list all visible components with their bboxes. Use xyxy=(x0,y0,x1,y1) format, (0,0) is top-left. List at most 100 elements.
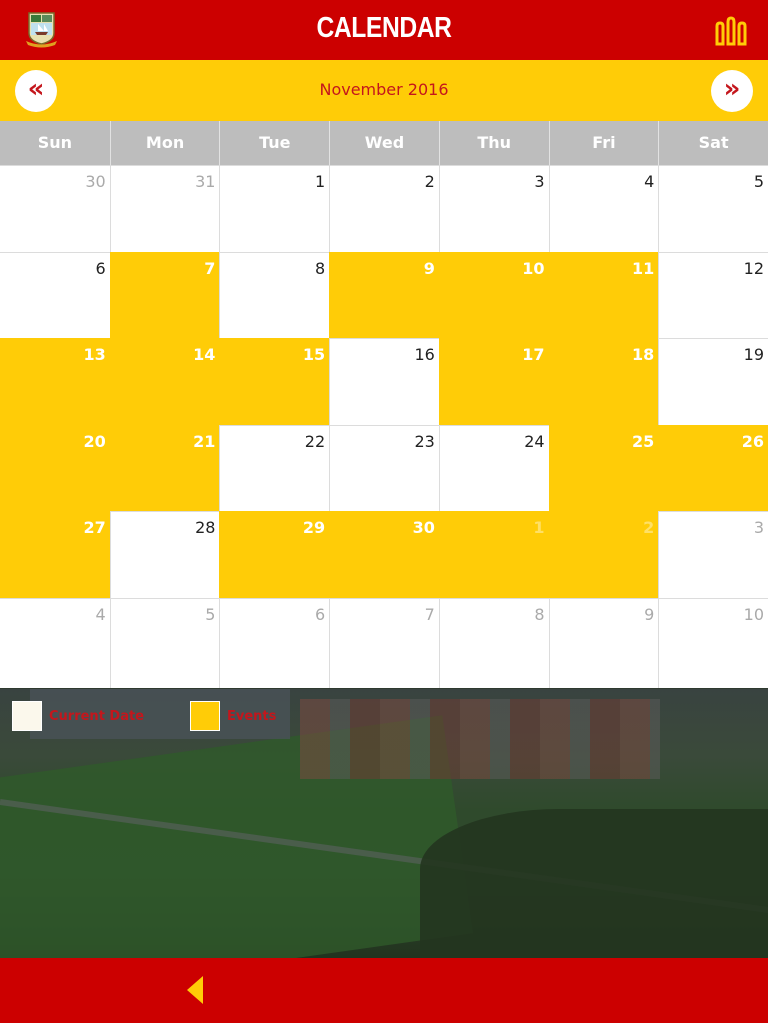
day-number: 7 xyxy=(424,604,435,624)
day-number: 23 xyxy=(414,431,435,451)
calendar-day[interactable]: 16 xyxy=(329,338,439,425)
calendar-day-event[interactable]: 2 xyxy=(548,511,659,598)
legend-current-date: Current Date xyxy=(12,701,144,731)
building-columns-icon[interactable] xyxy=(714,16,748,46)
day-number: 21 xyxy=(193,431,216,451)
calendar-day[interactable]: 10 xyxy=(658,597,768,688)
calendar-day-event[interactable]: 15 xyxy=(219,338,330,425)
weekday-wed: Wed xyxy=(329,121,439,165)
current-date-label: Current Date xyxy=(49,708,145,724)
day-number: 16 xyxy=(414,345,435,364)
day-number: 17 xyxy=(522,345,545,364)
day-number: 3 xyxy=(534,172,545,191)
calendar-day-event[interactable]: 18 xyxy=(548,338,659,425)
calendar-day-event[interactable]: 20 xyxy=(0,424,110,511)
month-navigation: « November 2016 » xyxy=(0,60,768,121)
weekday-tue: Tue xyxy=(219,121,329,165)
day-number: 4 xyxy=(95,604,106,624)
calendar-day[interactable]: 30 xyxy=(0,165,110,252)
weekday-thu: Thu xyxy=(438,121,549,165)
weekday-fri: Fri xyxy=(548,121,659,165)
events-label: Events xyxy=(227,708,277,724)
calendar-days: 30 31 1 2 3 4 5 6 7 8 9 10 11 12 13 14 15 16 17 18 19 20 21 22 2… xyxy=(0,165,768,688)
school-crest-logo xyxy=(26,12,57,48)
calendar-day-event[interactable]: 9 xyxy=(329,251,439,338)
day-number: 6 xyxy=(314,604,326,624)
calendar-day-event[interactable]: 30 xyxy=(329,511,439,598)
day-number: 18 xyxy=(632,345,655,364)
day-number: 19 xyxy=(743,345,764,364)
calendar-day-event[interactable]: 14 xyxy=(109,338,220,425)
day-number: 30 xyxy=(85,172,106,191)
day-number: 4 xyxy=(644,172,655,191)
calendar-day[interactable]: 24 xyxy=(438,424,549,511)
day-number: 14 xyxy=(193,345,216,364)
calendar-day[interactable]: 12 xyxy=(658,251,768,338)
day-number: 22 xyxy=(304,431,326,451)
day-number: 25 xyxy=(632,431,655,451)
day-number: 31 xyxy=(195,172,216,191)
calendar-day-event[interactable]: 26 xyxy=(658,424,768,511)
calendar-day-event[interactable]: 27 xyxy=(0,511,110,598)
day-number: 6 xyxy=(95,258,106,278)
current-date-swatch xyxy=(12,701,42,731)
events-swatch xyxy=(190,701,220,731)
calendar-day[interactable]: 6 xyxy=(0,251,110,338)
calendar-day[interactable]: 7 xyxy=(329,597,439,688)
calendar-day[interactable]: 19 xyxy=(658,338,768,425)
calendar-day[interactable]: 9 xyxy=(548,597,659,688)
back-arrow-icon[interactable] xyxy=(187,976,203,1004)
calendar-day[interactable]: 28 xyxy=(109,511,220,598)
calendar-day[interactable]: 8 xyxy=(438,597,549,688)
day-number: 2 xyxy=(424,172,435,191)
day-number: 1 xyxy=(533,518,545,537)
day-number: 7 xyxy=(204,258,216,278)
calendar-day[interactable]: 6 xyxy=(219,597,330,688)
calendar-day[interactable]: 3 xyxy=(438,165,549,252)
calendar-day[interactable]: 23 xyxy=(329,424,439,511)
day-number: 2 xyxy=(643,518,655,537)
calendar-day-event[interactable]: 17 xyxy=(438,338,549,425)
calendar-day[interactable]: 5 xyxy=(658,165,768,252)
calendar-day[interactable]: 4 xyxy=(0,597,110,688)
weekday-sat: Sat xyxy=(658,121,768,165)
weekday-mon: Mon xyxy=(109,121,220,165)
calendar-day[interactable]: 31 xyxy=(109,165,220,252)
day-number: 24 xyxy=(524,431,545,451)
day-number: 26 xyxy=(741,431,764,451)
day-number: 11 xyxy=(632,258,655,278)
calendar-day[interactable]: 22 xyxy=(219,424,330,511)
calendar-day-event[interactable]: 11 xyxy=(548,251,659,338)
calendar-day[interactable]: 3 xyxy=(658,511,768,598)
weekday-header: Sun Mon Tue Wed Thu Fri Sat xyxy=(0,121,768,165)
weekday-sun: Sun xyxy=(37,133,72,152)
day-number: 30 xyxy=(412,518,435,537)
day-number: 9 xyxy=(644,604,655,624)
calendar-day-event[interactable]: 1 xyxy=(438,511,549,598)
day-number: 1 xyxy=(314,172,326,191)
day-number: 29 xyxy=(302,518,326,537)
calendar-day[interactable]: 8 xyxy=(219,251,330,338)
day-number: 5 xyxy=(205,604,216,624)
day-number: 8 xyxy=(314,258,326,278)
calendar-day-event[interactable]: 7 xyxy=(109,251,220,338)
calendar-day-event[interactable]: 10 xyxy=(438,251,549,338)
calendar-day-event[interactable]: 25 xyxy=(548,424,659,511)
day-number: 20 xyxy=(83,431,106,451)
calendar-day[interactable]: 4 xyxy=(548,165,659,252)
day-number: 9 xyxy=(423,258,435,278)
day-number: 27 xyxy=(83,518,106,537)
day-number: 8 xyxy=(534,604,545,624)
calendar-day[interactable]: 2 xyxy=(329,165,439,252)
day-number: 5 xyxy=(753,172,764,191)
day-number: 15 xyxy=(302,345,326,364)
page-title: CALENDAR xyxy=(316,12,452,44)
next-month-button[interactable]: » xyxy=(711,70,753,112)
calendar-day-event[interactable]: 13 xyxy=(0,338,110,425)
calendar-day-event[interactable]: 21 xyxy=(109,424,220,511)
calendar-day[interactable]: 5 xyxy=(109,597,220,688)
day-number: 13 xyxy=(83,345,106,364)
legend-events: Events xyxy=(190,701,276,731)
calendar-day[interactable]: 1 xyxy=(219,165,330,252)
calendar-day-event[interactable]: 29 xyxy=(219,511,330,598)
